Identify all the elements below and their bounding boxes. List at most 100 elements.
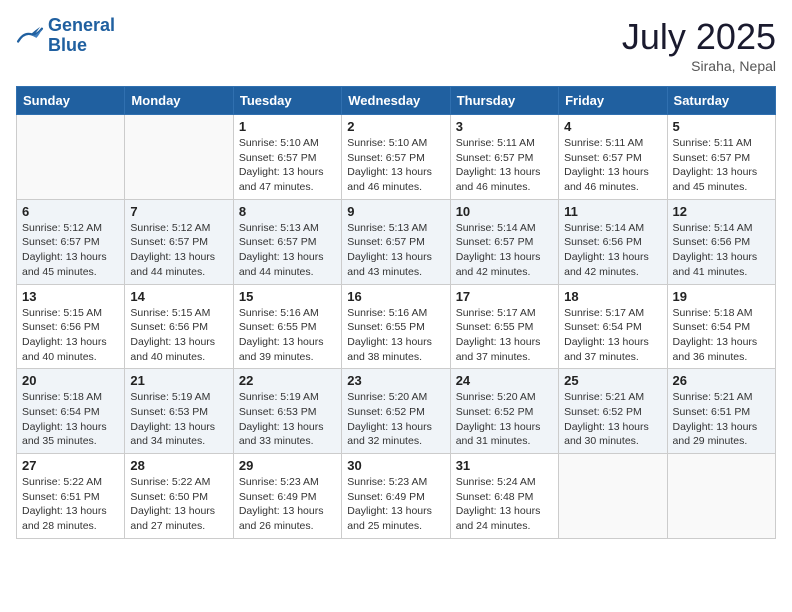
calendar-week-row: 6Sunrise: 5:12 AMSunset: 6:57 PMDaylight… [17,199,776,284]
calendar-week-row: 27Sunrise: 5:22 AMSunset: 6:51 PMDayligh… [17,454,776,539]
calendar-cell: 29Sunrise: 5:23 AMSunset: 6:49 PMDayligh… [233,454,341,539]
cell-info-line: and 32 minutes. [347,434,444,449]
cell-info-line: and 45 minutes. [22,265,119,280]
weekday-header-row: SundayMondayTuesdayWednesdayThursdayFrid… [17,87,776,115]
cell-info-line: Sunset: 6:57 PM [347,151,444,166]
cell-info-line: Sunrise: 5:11 AM [564,136,661,151]
calendar-cell: 13Sunrise: 5:15 AMSunset: 6:56 PMDayligh… [17,284,125,369]
cell-info-line: Sunrise: 5:17 AM [456,306,553,321]
day-number: 19 [673,289,770,304]
calendar-cell: 6Sunrise: 5:12 AMSunset: 6:57 PMDaylight… [17,199,125,284]
day-number: 28 [130,458,227,473]
cell-info-line: Sunrise: 5:21 AM [564,390,661,405]
cell-info-line: Sunset: 6:57 PM [673,151,770,166]
cell-info-line: Daylight: 13 hours [456,165,553,180]
day-number: 1 [239,119,336,134]
day-number: 25 [564,373,661,388]
calendar-cell: 9Sunrise: 5:13 AMSunset: 6:57 PMDaylight… [342,199,450,284]
day-number: 21 [130,373,227,388]
cell-info-line: Daylight: 13 hours [564,250,661,265]
calendar-cell: 22Sunrise: 5:19 AMSunset: 6:53 PMDayligh… [233,369,341,454]
cell-info-line: Daylight: 13 hours [22,504,119,519]
day-number: 18 [564,289,661,304]
day-number: 16 [347,289,444,304]
cell-info-line: Daylight: 13 hours [347,335,444,350]
cell-info-line: Sunrise: 5:17 AM [564,306,661,321]
day-number: 20 [22,373,119,388]
cell-info-line: Sunset: 6:54 PM [22,405,119,420]
cell-info-line: Daylight: 13 hours [347,420,444,435]
cell-info-line: Sunrise: 5:14 AM [673,221,770,236]
cell-info-line: Sunrise: 5:23 AM [239,475,336,490]
cell-info-line: Daylight: 13 hours [673,165,770,180]
cell-info-line: and 35 minutes. [22,434,119,449]
cell-info-line: Sunset: 6:51 PM [673,405,770,420]
cell-info-line: and 26 minutes. [239,519,336,534]
cell-info-line: and 39 minutes. [239,350,336,365]
day-number: 24 [456,373,553,388]
day-number: 10 [456,204,553,219]
cell-info-line: Sunrise: 5:21 AM [673,390,770,405]
cell-info-line: Sunrise: 5:15 AM [22,306,119,321]
logo-text: General Blue [48,16,115,56]
cell-info-line: and 28 minutes. [22,519,119,534]
cell-info-line: and 31 minutes. [456,434,553,449]
weekday-header-monday: Monday [125,87,233,115]
cell-info-line: and 27 minutes. [130,519,227,534]
cell-info-line: and 30 minutes. [564,434,661,449]
calendar-cell: 7Sunrise: 5:12 AMSunset: 6:57 PMDaylight… [125,199,233,284]
page-header: General Blue July 2025 Siraha, Nepal [16,16,776,74]
calendar-cell: 24Sunrise: 5:20 AMSunset: 6:52 PMDayligh… [450,369,558,454]
cell-info-line: Daylight: 13 hours [673,420,770,435]
cell-info-line: Sunset: 6:55 PM [239,320,336,335]
cell-info-line: Daylight: 13 hours [22,420,119,435]
cell-info-line: Sunset: 6:57 PM [564,151,661,166]
day-number: 30 [347,458,444,473]
cell-info-line: Sunset: 6:52 PM [347,405,444,420]
cell-info-line: Sunset: 6:49 PM [239,490,336,505]
calendar-cell: 17Sunrise: 5:17 AMSunset: 6:55 PMDayligh… [450,284,558,369]
day-number: 3 [456,119,553,134]
cell-info-line: and 33 minutes. [239,434,336,449]
cell-info-line: Daylight: 13 hours [130,504,227,519]
weekday-header-tuesday: Tuesday [233,87,341,115]
cell-info-line: Daylight: 13 hours [564,420,661,435]
calendar-cell: 3Sunrise: 5:11 AMSunset: 6:57 PMDaylight… [450,115,558,200]
cell-info-line: Daylight: 13 hours [130,250,227,265]
cell-info-line: Sunrise: 5:11 AM [673,136,770,151]
cell-info-line: Sunset: 6:52 PM [564,405,661,420]
cell-info-line: Sunset: 6:57 PM [456,235,553,250]
cell-info-line: Sunrise: 5:13 AM [347,221,444,236]
day-number: 4 [564,119,661,134]
logo: General Blue [16,16,115,56]
cell-info-line: Sunrise: 5:22 AM [130,475,227,490]
day-number: 7 [130,204,227,219]
calendar-cell: 16Sunrise: 5:16 AMSunset: 6:55 PMDayligh… [342,284,450,369]
cell-info-line: and 42 minutes. [456,265,553,280]
cell-info-line: Sunset: 6:56 PM [673,235,770,250]
cell-info-line: and 40 minutes. [22,350,119,365]
calendar-cell: 21Sunrise: 5:19 AMSunset: 6:53 PMDayligh… [125,369,233,454]
cell-info-line: Sunset: 6:53 PM [130,405,227,420]
day-number: 2 [347,119,444,134]
cell-info-line: Sunset: 6:57 PM [239,151,336,166]
cell-info-line: and 29 minutes. [673,434,770,449]
calendar-cell: 8Sunrise: 5:13 AMSunset: 6:57 PMDaylight… [233,199,341,284]
cell-info-line: Daylight: 13 hours [347,504,444,519]
cell-info-line: and 44 minutes. [239,265,336,280]
weekday-header-thursday: Thursday [450,87,558,115]
cell-info-line: Sunrise: 5:22 AM [22,475,119,490]
cell-info-line: Sunrise: 5:12 AM [22,221,119,236]
month-title: July 2025 [622,16,776,58]
cell-info-line: Sunrise: 5:16 AM [239,306,336,321]
cell-info-line: and 41 minutes. [673,265,770,280]
cell-info-line: Sunrise: 5:10 AM [239,136,336,151]
calendar-cell: 30Sunrise: 5:23 AMSunset: 6:49 PMDayligh… [342,454,450,539]
weekday-header-wednesday: Wednesday [342,87,450,115]
calendar-cell: 10Sunrise: 5:14 AMSunset: 6:57 PMDayligh… [450,199,558,284]
cell-info-line: Sunset: 6:56 PM [22,320,119,335]
day-number: 8 [239,204,336,219]
day-number: 14 [130,289,227,304]
location: Siraha, Nepal [622,58,776,74]
cell-info-line: Daylight: 13 hours [22,250,119,265]
